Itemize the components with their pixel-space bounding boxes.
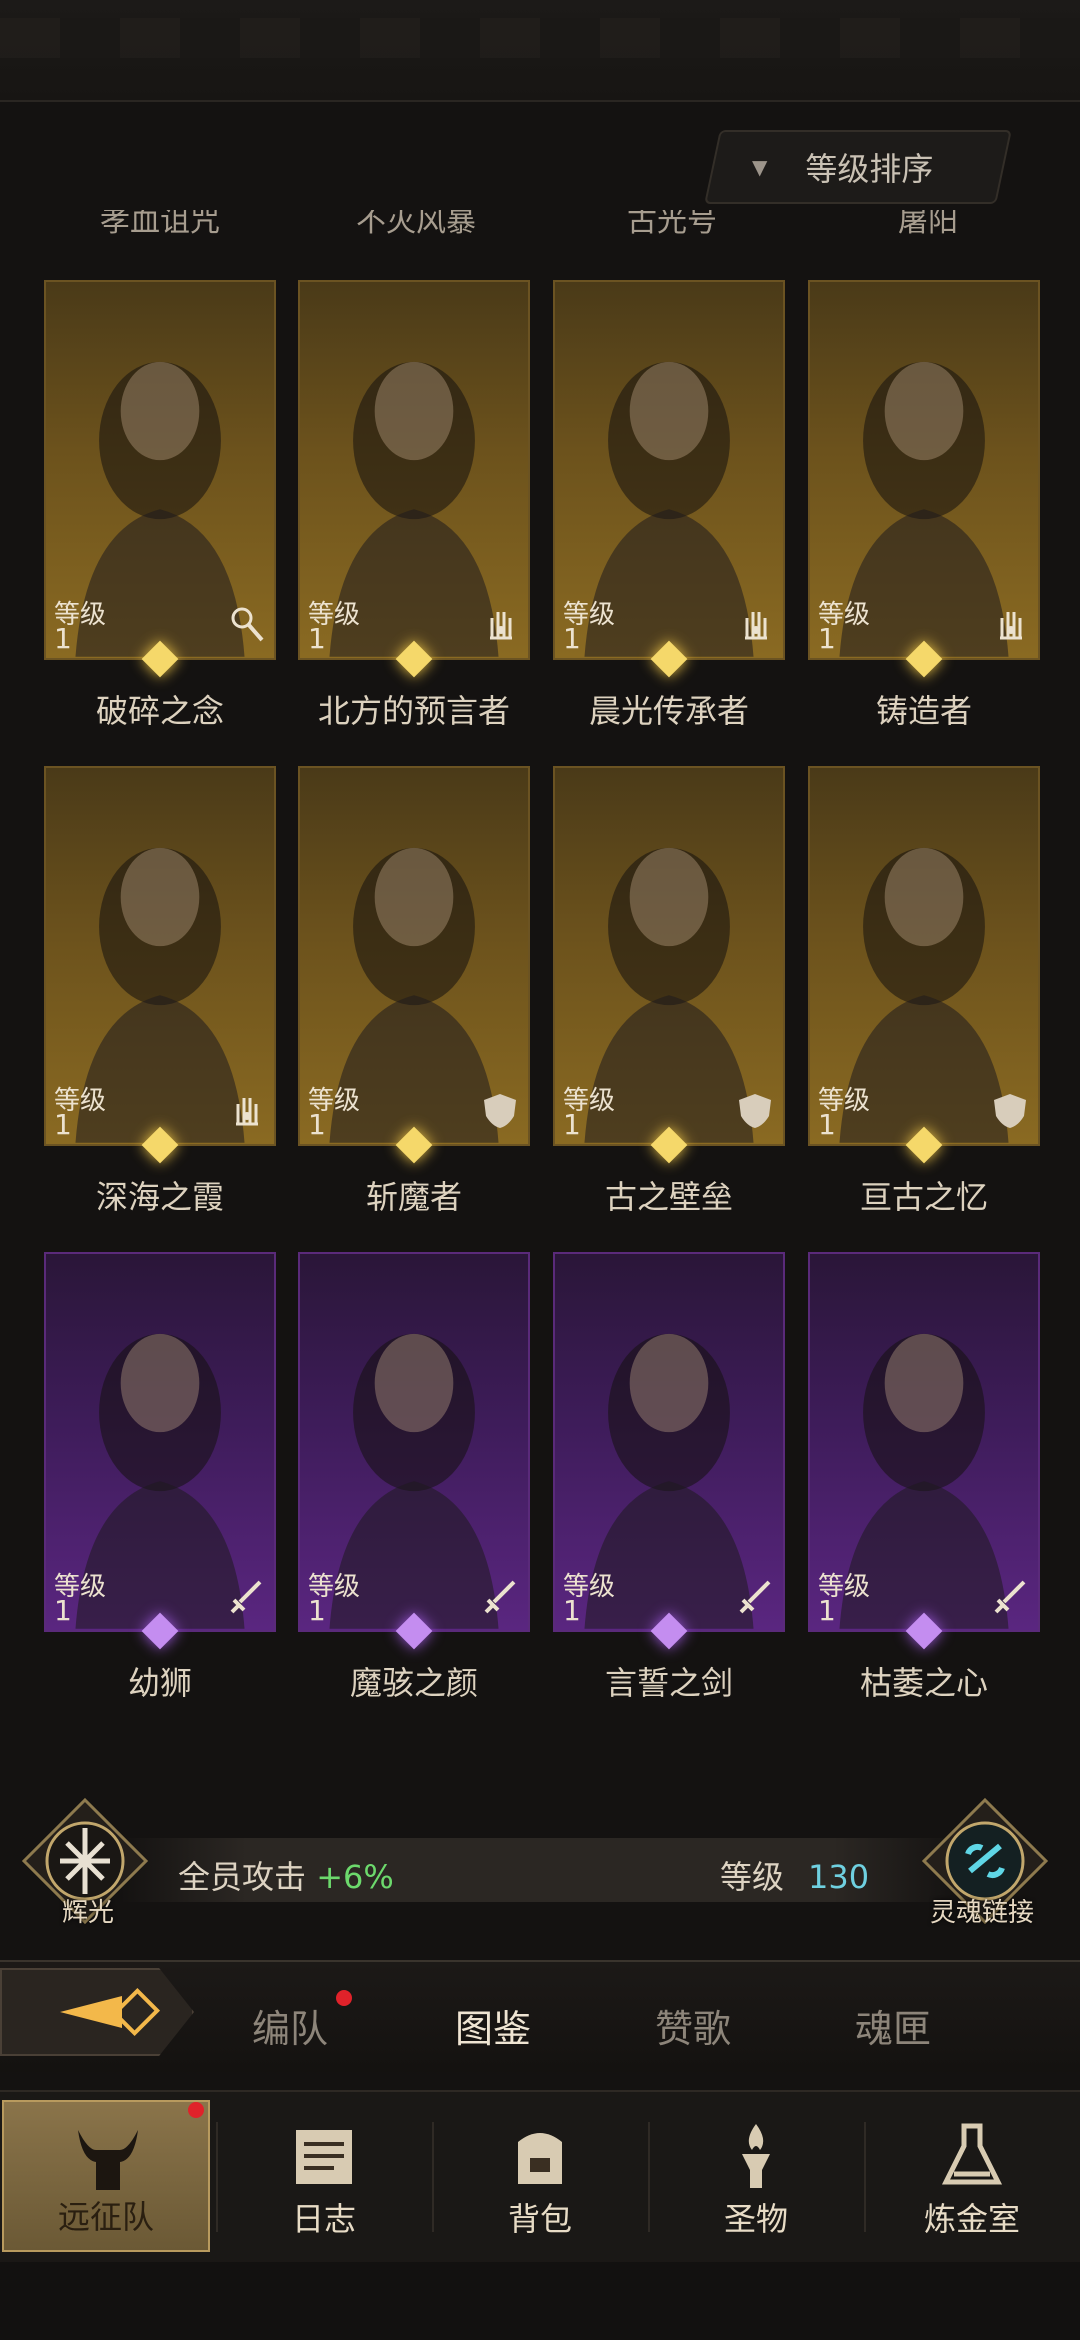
hero-name: 枯萎之心 bbox=[859, 1664, 988, 1702]
back-button[interactable] bbox=[0, 1968, 194, 2056]
total-level: 等级 130 bbox=[720, 1852, 869, 1898]
nav-expedition-label: 远征队 bbox=[57, 2198, 154, 2236]
bonus-text: 全员攻击 bbox=[178, 1858, 307, 1896]
notification-dot bbox=[336, 1990, 352, 2006]
divider bbox=[216, 2122, 218, 2232]
collection-bonus-bar: 辉光 全员攻击 +6% 等级 130 灵魂链接 bbox=[0, 1790, 1080, 1930]
hero-name: 深海之霞 bbox=[95, 1178, 224, 1216]
nav-expedition[interactable]: 远征队 bbox=[2, 2100, 210, 2252]
bonus-value: +6% bbox=[316, 1858, 394, 1896]
level-value: 1 bbox=[308, 1108, 326, 1141]
notification-dot bbox=[188, 2102, 204, 2118]
sort-by-level-button[interactable]: ▼ 等级排序 bbox=[704, 130, 1012, 204]
hero-name: 斩魔者 bbox=[365, 1178, 462, 1216]
nav-journal-label: 日志 bbox=[291, 2200, 356, 2238]
backpack-icon bbox=[518, 2133, 562, 2184]
level-value: 1 bbox=[818, 1108, 836, 1141]
hero-card[interactable]: 等级 1 bbox=[298, 1252, 530, 1650]
level-value: 1 bbox=[818, 1594, 836, 1627]
tab-codex[interactable]: 图鉴 bbox=[455, 1998, 531, 2053]
level-value: 1 bbox=[563, 622, 581, 655]
sword-icon bbox=[739, 1580, 771, 1614]
shield-icon bbox=[484, 1094, 516, 1128]
bottom-safe-area bbox=[0, 2262, 1080, 2340]
level-value: 1 bbox=[54, 1108, 72, 1141]
sword-icon bbox=[484, 1580, 516, 1614]
nav-backpack[interactable]: 背包 bbox=[436, 2100, 644, 2252]
hero-card[interactable]: 等级 1 bbox=[553, 766, 785, 1164]
hero-name: 晨光传承者 bbox=[588, 692, 749, 730]
nav-relics[interactable]: 圣物 bbox=[652, 2100, 860, 2252]
bottom-navigation: 远征队 日志 背包 圣物 炼金室 bbox=[0, 2090, 1080, 2262]
hero-card[interactable]: 等级 1 bbox=[553, 280, 785, 678]
hero-name-cut: 不灭风暴 bbox=[356, 210, 476, 239]
hero-card[interactable]: 等级 1 bbox=[808, 1252, 1040, 1650]
staff-icon bbox=[231, 607, 264, 642]
nav-relics-label: 圣物 bbox=[723, 2200, 788, 2238]
hero-name: 古之壁垒 bbox=[604, 1178, 733, 1216]
hero-name: 铸造者 bbox=[875, 692, 972, 730]
torch-icon bbox=[742, 2124, 770, 2188]
hero-name: 北方的预言者 bbox=[317, 692, 510, 730]
radiance-label: 辉光 bbox=[62, 1898, 115, 1928]
divider bbox=[864, 2122, 866, 2232]
sword-icon bbox=[230, 1580, 262, 1614]
alchemy-flask-icon bbox=[941, 2123, 1003, 2185]
level-value: 130 bbox=[808, 1858, 870, 1896]
level-value: 1 bbox=[308, 1594, 326, 1627]
tab-hymn[interactable]: 赞歌 bbox=[655, 1998, 731, 2053]
hero-card[interactable]: 等级 1 bbox=[298, 280, 530, 678]
divider bbox=[432, 2122, 434, 2232]
divider bbox=[648, 2122, 650, 2232]
hero-card[interactable]: 等级 1 bbox=[808, 280, 1040, 678]
tab-formation[interactable]: 编队 bbox=[252, 1998, 328, 2053]
dropdown-arrow-icon: ▼ bbox=[752, 155, 768, 179]
hero-name: 亘古之忆 bbox=[859, 1178, 988, 1216]
partial-hero-names-row: 孝血诅咒 不灭风暴 古光号 屠阳 bbox=[0, 210, 1080, 240]
hero-name-cut: 屠阳 bbox=[898, 210, 958, 239]
level-label: 等级 bbox=[720, 1858, 785, 1896]
soul-link-emblem-button[interactable]: 灵魂链接 bbox=[920, 1796, 1050, 1928]
hero-card[interactable]: 等级 1 bbox=[44, 766, 276, 1164]
hero-name-cut: 孝血诅咒 bbox=[100, 210, 220, 239]
hand-icon bbox=[490, 612, 512, 640]
hero-card[interactable]: 等级 1 bbox=[808, 766, 1040, 1164]
hero-name: 言誓之剑 bbox=[604, 1664, 733, 1702]
level-value: 1 bbox=[54, 1594, 72, 1627]
nav-alchemy-label: 炼金室 bbox=[923, 2200, 1020, 2238]
level-value: 1 bbox=[818, 622, 836, 655]
nav-alchemy[interactable]: 炼金室 bbox=[868, 2100, 1076, 2252]
soul-link-label: 灵魂链接 bbox=[930, 1898, 1035, 1928]
level-value: 1 bbox=[54, 622, 72, 655]
hero-name: 魔骇之颜 bbox=[349, 1664, 478, 1702]
horned-helmet-icon bbox=[78, 2130, 138, 2190]
hand-icon bbox=[236, 1098, 258, 1126]
sword-icon bbox=[994, 1580, 1026, 1614]
sort-label: 等级排序 bbox=[805, 150, 934, 188]
hero-card[interactable]: 等级 1 bbox=[44, 280, 276, 678]
level-value: 1 bbox=[563, 1594, 581, 1627]
all-attack-bonus-label: 全员攻击 +6% bbox=[178, 1852, 394, 1898]
hero-card[interactable]: 等级 1 bbox=[44, 1252, 276, 1650]
shield-icon bbox=[739, 1094, 771, 1128]
level-value: 1 bbox=[308, 622, 326, 655]
hand-icon bbox=[1000, 612, 1022, 640]
level-value: 1 bbox=[563, 1108, 581, 1141]
tab-soul-box[interactable]: 魂匣 bbox=[855, 1998, 931, 2053]
nav-backpack-label: 背包 bbox=[507, 2200, 572, 2238]
back-arrow-icon bbox=[60, 1987, 161, 2037]
nav-journal[interactable]: 日志 bbox=[220, 2100, 428, 2252]
collection-subnav: 编队 图鉴 赞歌 魂匣 bbox=[0, 1960, 1080, 2072]
hero-card[interactable]: 等级 1 bbox=[553, 1252, 785, 1650]
hand-icon bbox=[745, 612, 767, 640]
scroll-icon bbox=[296, 2130, 352, 2184]
hero-name-cut: 古光号 bbox=[627, 210, 717, 239]
shield-icon bbox=[994, 1094, 1026, 1128]
top-ornament-band bbox=[0, 0, 1080, 102]
hero-card[interactable]: 等级 1 bbox=[298, 766, 530, 1164]
hero-name: 破碎之念 bbox=[95, 692, 224, 730]
radiance-emblem-button[interactable]: 辉光 bbox=[20, 1796, 150, 1928]
hero-name: 幼狮 bbox=[127, 1664, 192, 1702]
